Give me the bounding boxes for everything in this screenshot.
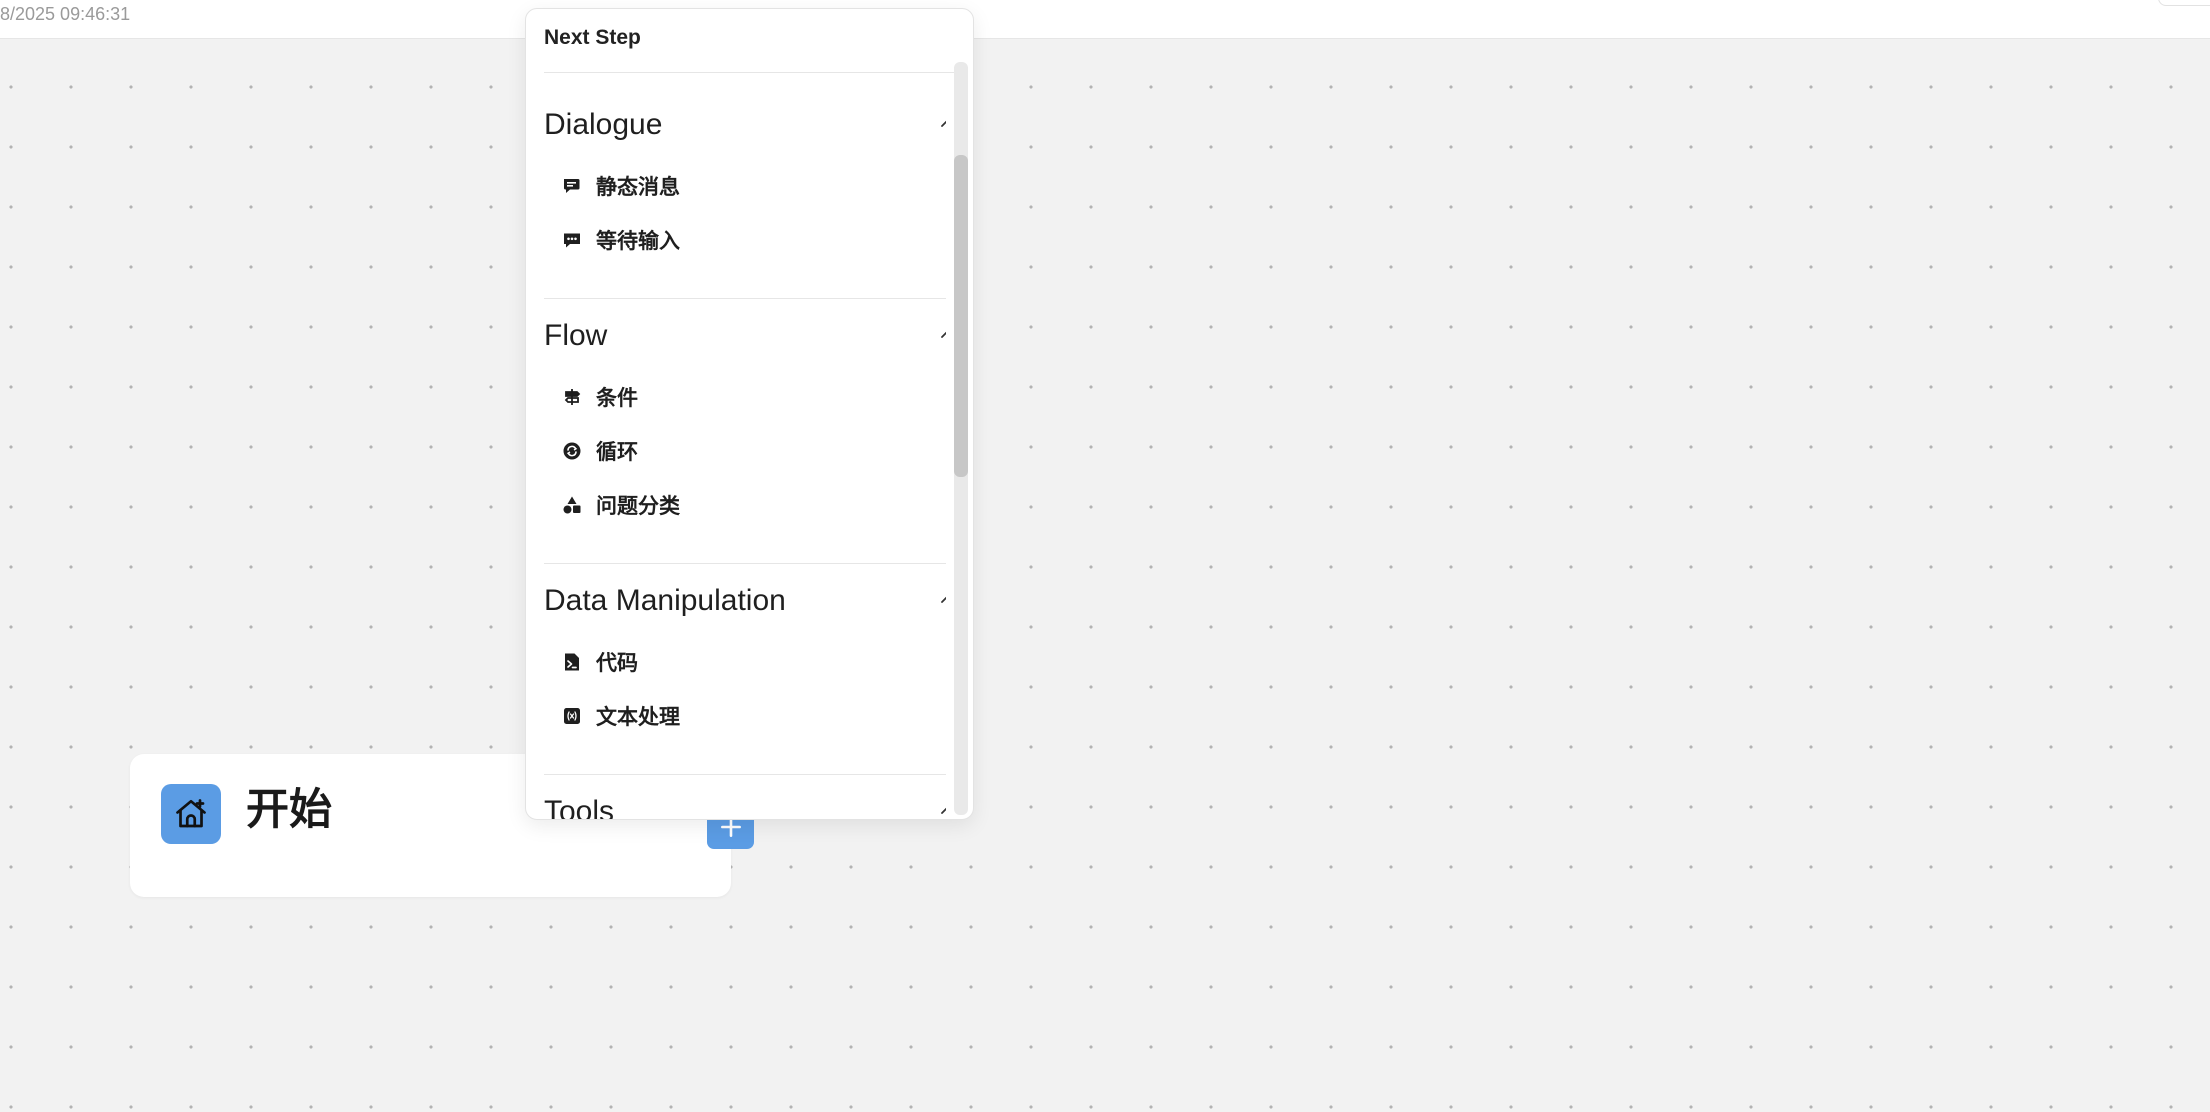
node-option-wait-input[interactable]: 等待输入 bbox=[562, 220, 942, 260]
node-option-label: 问题分类 bbox=[596, 495, 680, 518]
category-flow: Flow 条件 循环 问题分类 bbox=[544, 307, 946, 564]
top-right-control[interactable] bbox=[2158, 0, 2210, 6]
chat-message-icon bbox=[562, 176, 582, 196]
chevron-up-icon bbox=[941, 807, 946, 814]
chat-typing-icon bbox=[562, 230, 582, 250]
category-title: Dialogue bbox=[544, 108, 663, 141]
category-tools: Tools bbox=[544, 783, 946, 819]
category-header-data-manipulation[interactable]: Data Manipulation bbox=[544, 572, 946, 632]
category-data-manipulation: Data Manipulation 代码 文本处理 bbox=[544, 572, 946, 775]
chevron-up-icon bbox=[941, 331, 946, 338]
next-step-panel: Next Step Dialogue 静态消息 等待输入 Flow 条件 循环 … bbox=[525, 8, 974, 820]
chevron-up-icon bbox=[941, 596, 946, 603]
variable-icon bbox=[562, 706, 582, 726]
node-option-label: 等待输入 bbox=[596, 230, 680, 253]
scrollbar-thumb[interactable] bbox=[954, 155, 968, 477]
category-title: Data Manipulation bbox=[544, 584, 786, 617]
signpost-icon bbox=[562, 387, 582, 407]
divider bbox=[544, 298, 946, 299]
node-option-question-classifier[interactable]: 问题分类 bbox=[562, 485, 942, 525]
shapes-icon bbox=[562, 495, 582, 515]
node-option-label: 循环 bbox=[596, 441, 638, 464]
category-title: Flow bbox=[544, 319, 608, 352]
category-dialogue: Dialogue 静态消息 等待输入 bbox=[544, 96, 946, 299]
node-list[interactable]: Dialogue 静态消息 等待输入 Flow 条件 循环 问题分类 Data … bbox=[526, 73, 946, 819]
code-file-icon bbox=[562, 652, 582, 672]
loop-icon bbox=[562, 441, 582, 461]
node-option-static-message[interactable]: 静态消息 bbox=[562, 166, 942, 206]
workflow-canvas[interactable] bbox=[0, 0, 2210, 1112]
home-plus-icon bbox=[161, 784, 221, 844]
category-header-tools[interactable]: Tools bbox=[544, 783, 946, 819]
category-header-dialogue[interactable]: Dialogue bbox=[544, 96, 946, 156]
top-bar: 8/2025 09:46:31 bbox=[0, 0, 2210, 39]
category-title: Tools bbox=[544, 795, 615, 819]
node-option-label: 条件 bbox=[596, 387, 638, 410]
start-node-title: 开始 bbox=[246, 786, 332, 834]
timestamp: 8/2025 09:46:31 bbox=[0, 4, 131, 24]
node-option-condition[interactable]: 条件 bbox=[562, 377, 942, 417]
divider bbox=[544, 774, 946, 775]
node-option-label: 代码 bbox=[596, 652, 638, 675]
node-option-label: 静态消息 bbox=[596, 176, 680, 199]
category-header-flow[interactable]: Flow bbox=[544, 307, 946, 367]
node-option-code[interactable]: 代码 bbox=[562, 642, 942, 682]
node-option-text-processing[interactable]: 文本处理 bbox=[562, 696, 942, 736]
node-option-label: 文本处理 bbox=[596, 706, 680, 729]
chevron-up-icon bbox=[941, 120, 946, 127]
divider bbox=[544, 563, 946, 564]
node-option-loop[interactable]: 循环 bbox=[562, 431, 942, 471]
panel-title: Next Step bbox=[544, 26, 641, 49]
